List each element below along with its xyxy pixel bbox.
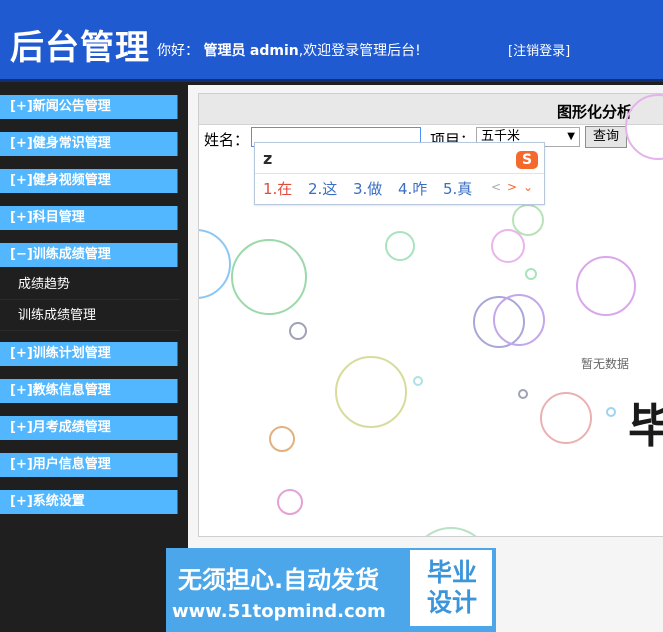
sidebar-item-subject-management[interactable]: [+]科目管理 <box>0 206 178 230</box>
welcome-message: 你好： 管理员 admin,欢迎登录管理后台! <box>157 40 421 60</box>
watermark-badge-text: 毕业 设计 <box>422 558 482 618</box>
ime-candidate-2[interactable]: 2.这 <box>308 178 337 199</box>
right-edge-glyph: 毕 <box>628 399 663 453</box>
decorative-bubble <box>512 204 544 236</box>
chevron-left-icon[interactable]: < <box>491 180 501 194</box>
ime-candidate-4[interactable]: 4.咋 <box>398 178 427 199</box>
decorative-bubble <box>269 426 295 452</box>
sogou-logo-icon: S <box>516 151 538 169</box>
submenu-score-trend[interactable]: 成绩趋势 <box>0 270 180 300</box>
watermark-badge-line1: 毕业 <box>426 558 477 587</box>
welcome-text: ,欢迎登录管理后台! <box>298 43 421 59</box>
sidebar-item-fitness-knowledge-management[interactable]: [+]健身常识管理 <box>0 132 178 156</box>
sidebar-item-training-plan-management[interactable]: [+]训练计划管理 <box>0 342 178 366</box>
watermark-badge-line2: 设计 <box>426 588 477 617</box>
ime-candidate-3[interactable]: 3.做 <box>353 178 382 199</box>
panel-title: 图形化分析 <box>557 103 633 121</box>
watermark-banner: 无须担心.自动发货 www.51topmind.com 毕业 设计 <box>166 548 496 632</box>
chevron-right-icon[interactable]: > <box>507 180 517 194</box>
decorative-bubble <box>606 407 616 417</box>
decorative-bubble <box>410 527 492 536</box>
sidebar-item-news-management[interactable]: [+]新闻公告管理 <box>0 95 178 119</box>
sidebar-item-training-score-management[interactable]: [−]训练成绩管理 <box>0 243 178 267</box>
submenu-training-score-management[interactable]: 训练成绩管理 <box>0 301 180 331</box>
sidebar-item-fitness-video-management[interactable]: [+]健身视频管理 <box>0 169 178 193</box>
ime-candidate-5[interactable]: 5.真 <box>443 178 472 199</box>
empty-data-text: 暂无数据 <box>581 357 630 371</box>
decorative-bubble <box>413 376 423 386</box>
ime-candidate-1[interactable]: 1.在 <box>263 178 292 199</box>
query-button[interactable]: 查询 <box>585 126 627 148</box>
decorative-bubble <box>335 356 407 428</box>
decorative-bubble <box>576 256 636 316</box>
ime-candidate-popup[interactable]: z S 1.在 2.这 3.做 4.咋 5.真 < > ⌄ <box>254 142 545 205</box>
decorative-bubble <box>277 489 303 515</box>
ime-pinyin-input: z <box>263 149 273 168</box>
dropdown-arrow-icon: ▼ <box>567 131 575 142</box>
decorative-bubble <box>231 239 307 315</box>
app-title: 后台管理 <box>10 28 150 68</box>
greeting-text: 你好： <box>157 43 199 59</box>
top-header: 后台管理 你好： 管理员 admin,欢迎登录管理后台! [注销登录] <box>0 0 663 82</box>
sidebar-item-monthly-exam-management[interactable]: [+]月考成绩管理 <box>0 416 178 440</box>
chevron-down-icon[interactable]: ⌄ <box>523 180 533 194</box>
watermark-badge: 毕业 设计 <box>410 550 492 626</box>
sidebar-item-coach-info-management[interactable]: [+]教练信息管理 <box>0 379 178 403</box>
decorative-bubble <box>289 322 307 340</box>
sidebar-item-user-info-management[interactable]: [+]用户信息管理 <box>0 453 178 477</box>
decorative-bubble <box>518 389 528 399</box>
decorative-bubble <box>199 229 231 299</box>
watermark-line1: 无须担心.自动发货 <box>178 566 380 594</box>
logout-link[interactable]: [注销登录] <box>508 40 570 59</box>
decorative-bubble <box>540 392 592 444</box>
sidebar: [+]新闻公告管理 [+]健身常识管理 [+]健身视频管理 [+]科目管理 [−… <box>0 85 188 632</box>
decorative-bubble <box>525 268 537 280</box>
role-text: 管理员 <box>203 43 246 59</box>
sidebar-item-system-settings[interactable]: [+]系统设置 <box>0 490 178 514</box>
decorative-bubble <box>493 294 545 346</box>
decorative-bubble <box>385 231 415 261</box>
panel-title-bar: 图形化分析 <box>199 94 663 125</box>
watermark-line2: www.51topmind.com <box>172 601 386 622</box>
name-label: 姓名： <box>204 131 250 149</box>
ime-divider <box>255 173 544 174</box>
username-text: admin <box>249 43 299 59</box>
